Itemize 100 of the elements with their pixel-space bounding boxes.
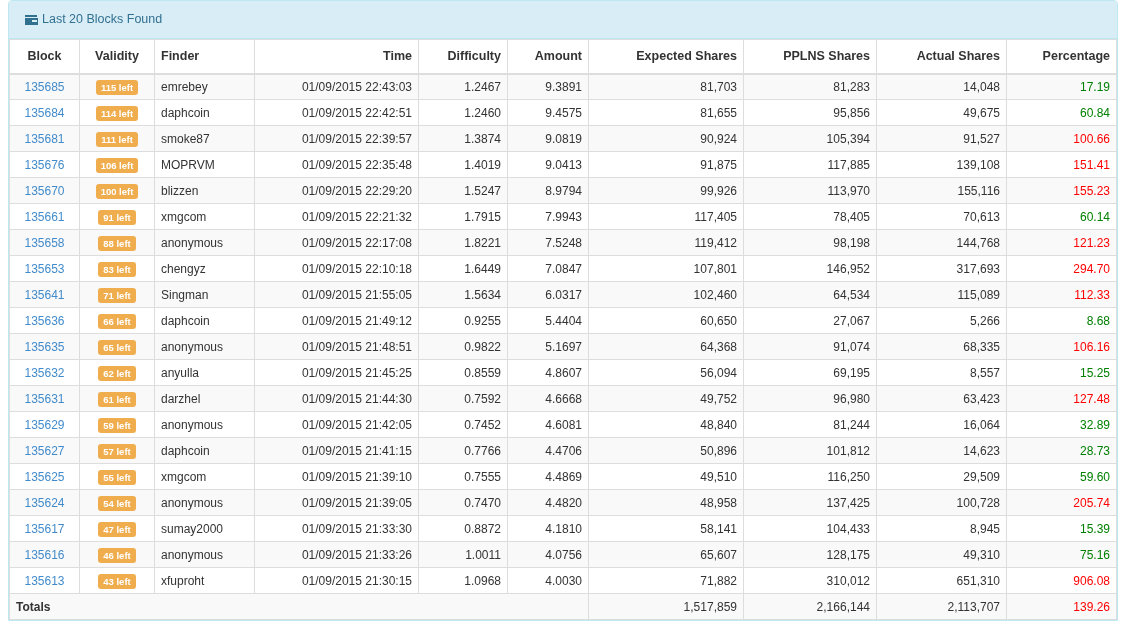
actual-shares-cell: 49,310 [876, 541, 1007, 568]
time-cell: 01/09/2015 21:48:51 [254, 333, 419, 360]
time-cell: 01/09/2015 22:43:03 [254, 73, 419, 100]
actual-shares-total: 2,113,707 [876, 593, 1007, 620]
time-cell: 01/09/2015 22:17:08 [254, 229, 419, 256]
pplns-shares-cell: 101,812 [743, 437, 877, 464]
time-cell: 01/09/2015 21:33:30 [254, 515, 419, 542]
finder-cell: chengyz [154, 255, 255, 282]
difficulty-cell: 0.8872 [418, 515, 508, 542]
amount-cell: 5.4404 [507, 307, 589, 334]
time-cell: 01/09/2015 21:39:10 [254, 463, 419, 490]
expected-shares-cell: 48,840 [588, 411, 744, 438]
difficulty-cell: 1.5634 [418, 281, 508, 308]
percentage-cell: 121.23 [1006, 229, 1117, 256]
time-cell: 01/09/2015 21:42:05 [254, 411, 419, 438]
actual-shares-cell: 100,728 [876, 489, 1007, 516]
percentage-cell: 15.39 [1006, 515, 1117, 542]
pplns-shares-cell: 64,534 [743, 281, 877, 308]
percentage-cell: 151.41 [1006, 151, 1117, 178]
amount-cell: 7.9943 [507, 203, 589, 230]
column-header: Finder [154, 39, 255, 74]
actual-shares-cell: 16,064 [876, 411, 1007, 438]
pplns-shares-total: 2,166,144 [743, 593, 877, 620]
amount-cell: 4.6668 [507, 385, 589, 412]
validity-badge: 115 left [95, 79, 139, 95]
column-header: Percentage [1006, 39, 1117, 74]
actual-shares-cell: 139,108 [876, 151, 1007, 178]
amount-cell: 9.3891 [507, 73, 589, 100]
validity-badge: 100 left [95, 183, 139, 199]
amount-cell: 4.4820 [507, 489, 589, 516]
validity-badge: 66 left [98, 313, 136, 329]
percentage-cell: 8.68 [1006, 307, 1117, 334]
percentage-cell: 59.60 [1006, 463, 1117, 490]
time-cell: 01/09/2015 22:42:51 [254, 99, 419, 126]
actual-shares-cell: 91,527 [876, 125, 1007, 152]
time-cell: 01/09/2015 21:44:30 [254, 385, 419, 412]
difficulty-cell: 1.0968 [418, 567, 508, 594]
percentage-cell: 155.23 [1006, 177, 1117, 204]
amount-cell: 6.0317 [507, 281, 589, 308]
difficulty-cell: 1.6449 [418, 255, 508, 282]
actual-shares-cell: 14,048 [876, 73, 1007, 100]
validity-badge: 46 left [98, 547, 136, 563]
expected-shares-cell: 64,368 [588, 333, 744, 360]
actual-shares-cell: 29,509 [876, 463, 1007, 490]
finder-cell: daphcoin [154, 307, 255, 334]
finder-cell: xmgcom [154, 463, 255, 490]
pplns-shares-cell: 27,067 [743, 307, 877, 334]
expected-shares-cell: 81,703 [588, 73, 744, 100]
column-header: Amount [507, 39, 589, 74]
actual-shares-cell: 317,693 [876, 255, 1007, 282]
time-cell: 01/09/2015 22:10:18 [254, 255, 419, 282]
finder-cell: emrebey [154, 73, 255, 100]
percentage-cell: 32.89 [1006, 411, 1117, 438]
pplns-shares-cell: 96,980 [743, 385, 877, 412]
finder-cell: daphcoin [154, 437, 255, 464]
finder-cell: anonymous [154, 489, 255, 516]
pplns-shares-cell: 98,198 [743, 229, 877, 256]
actual-shares-cell: 49,675 [876, 99, 1007, 126]
amount-cell: 4.0756 [507, 541, 589, 568]
validity-badge: 106 left [95, 157, 139, 173]
validity-badge: 71 left [98, 287, 136, 303]
difficulty-cell: 0.8559 [418, 359, 508, 386]
time-cell: 01/09/2015 21:33:26 [254, 541, 419, 568]
percentage-cell: 60.84 [1006, 99, 1117, 126]
column-header: Validity [79, 39, 155, 74]
finder-cell: Singman [154, 281, 255, 308]
pplns-shares-cell: 105,394 [743, 125, 877, 152]
time-cell: 01/09/2015 21:45:25 [254, 359, 419, 386]
expected-shares-cell: 50,896 [588, 437, 744, 464]
finder-cell: anonymous [154, 411, 255, 438]
percentage-cell: 60.14 [1006, 203, 1117, 230]
column-header: Block [9, 39, 80, 74]
finder-cell: anonymous [154, 229, 255, 256]
percentage-cell: 17.19 [1006, 73, 1117, 100]
finder-cell: daphcoin [154, 99, 255, 126]
expected-shares-cell: 56,094 [588, 359, 744, 386]
difficulty-cell: 0.7766 [418, 437, 508, 464]
finder-cell: smoke87 [154, 125, 255, 152]
time-cell: 01/09/2015 22:29:20 [254, 177, 419, 204]
expected-shares-total: 1,517,859 [588, 593, 744, 620]
finder-cell: anyulla [154, 359, 255, 386]
totals-label: Totals [9, 593, 589, 620]
amount-cell: 4.1810 [507, 515, 589, 542]
validity-badge: 54 left [98, 495, 136, 511]
amount-cell: 4.4869 [507, 463, 589, 490]
pplns-shares-cell: 116,250 [743, 463, 877, 490]
column-header: Actual Shares [876, 39, 1007, 74]
validity-badge: 111 left [96, 131, 138, 147]
percentage-cell: 906.08 [1006, 567, 1117, 594]
amount-cell: 9.4575 [507, 99, 589, 126]
difficulty-cell: 0.9255 [418, 307, 508, 334]
percentage-cell: 100.66 [1006, 125, 1117, 152]
percentage-cell: 112.33 [1006, 281, 1117, 308]
pplns-shares-cell: 113,970 [743, 177, 877, 204]
actual-shares-cell: 68,335 [876, 333, 1007, 360]
finder-cell: anonymous [154, 541, 255, 568]
pplns-shares-cell: 78,405 [743, 203, 877, 230]
difficulty-cell: 0.7470 [418, 489, 508, 516]
validity-badge: 57 left [98, 443, 136, 459]
validity-badge: 61 left [98, 391, 136, 407]
